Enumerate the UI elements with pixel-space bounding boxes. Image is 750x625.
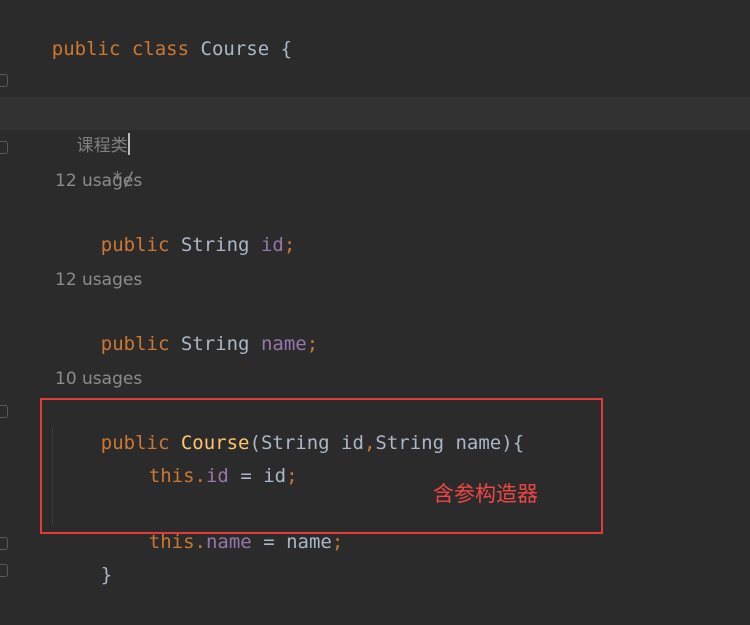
keyword-public: public bbox=[100, 333, 170, 355]
semicolon: ; bbox=[306, 333, 319, 355]
semicolon: ; bbox=[331, 531, 344, 553]
open-brace: { bbox=[280, 38, 293, 60]
assign-operator: = bbox=[251, 531, 287, 553]
keyword-public: public bbox=[100, 234, 170, 256]
fold-marker-icon[interactable] bbox=[0, 564, 8, 577]
class-name: Course bbox=[200, 38, 270, 60]
field-id-line[interactable]: public String id; bbox=[55, 196, 296, 256]
comment-close-line[interactable]: */ bbox=[66, 130, 135, 190]
fold-marker-icon[interactable] bbox=[0, 74, 8, 87]
highlight-box bbox=[40, 398, 603, 534]
semicolon: ; bbox=[283, 234, 296, 256]
value-ref: name bbox=[286, 531, 332, 553]
type-string: String bbox=[180, 333, 250, 355]
comment-text-line[interactable]: 课程类 bbox=[55, 97, 130, 156]
field-name-line[interactable]: public String name; bbox=[55, 295, 318, 355]
keyword-class: class bbox=[131, 38, 190, 60]
keyword-this: this bbox=[148, 531, 195, 553]
field-name: id bbox=[260, 234, 284, 256]
usages-hint[interactable]: 10 usages bbox=[55, 367, 142, 391]
annotation-label: 含参构造器 bbox=[433, 482, 538, 506]
dot: . bbox=[194, 531, 206, 553]
field-name: name bbox=[260, 333, 307, 355]
usages-hint[interactable]: 12 usages bbox=[55, 169, 142, 193]
fold-marker-icon[interactable] bbox=[0, 405, 8, 418]
class-declaration-line[interactable]: public class Course { bbox=[6, 0, 292, 60]
type-string: String bbox=[180, 234, 250, 256]
close-brace: } bbox=[100, 564, 113, 586]
fold-marker-icon[interactable] bbox=[0, 537, 8, 550]
keyword-public: public bbox=[51, 38, 121, 60]
usages-hint[interactable]: 12 usages bbox=[55, 268, 142, 292]
comment-open-line[interactable]: /* bbox=[55, 64, 124, 124]
fold-marker-icon[interactable] bbox=[0, 141, 8, 154]
field-ref: name bbox=[205, 531, 252, 553]
